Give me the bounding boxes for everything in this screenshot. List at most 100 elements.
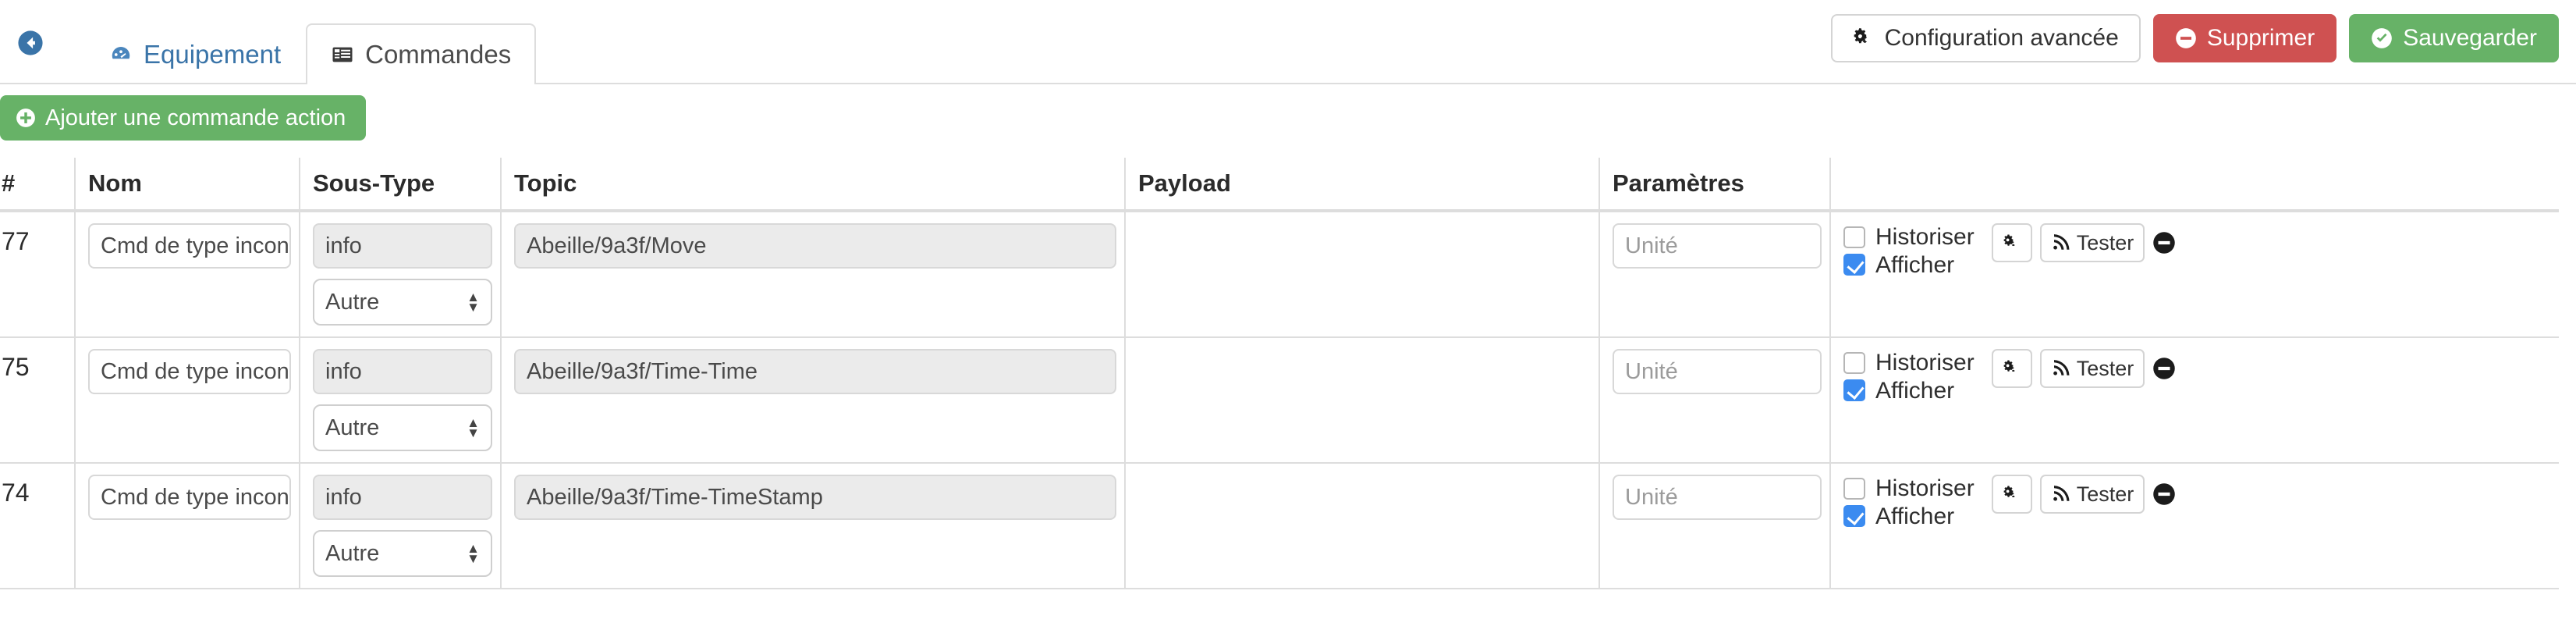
configuration-avancee-button[interactable]: Configuration avancée: [1830, 14, 2141, 62]
row-index-cell: 75: [0, 337, 75, 464]
sous-type-select[interactable]: Autre ▲ ▼: [313, 530, 492, 577]
rss-signal-icon: [2051, 359, 2070, 378]
row-delete-button[interactable]: [2152, 357, 2176, 380]
afficher-checkbox[interactable]: [1843, 379, 1865, 402]
historiser-checkbox[interactable]: [1843, 477, 1865, 500]
cogs-icon: [2003, 233, 2021, 252]
row-actions: Tester: [1991, 223, 2177, 262]
historiser-checkbox-row[interactable]: Historiser: [1843, 476, 1975, 501]
nom-input[interactable]: Cmd de type inconnu: [88, 475, 291, 520]
row-tester-button[interactable]: Tester: [2039, 475, 2145, 514]
commands-table-head: # Nom Sous-Type Topic Payload Paramètres: [0, 158, 2559, 212]
nom-input[interactable]: Cmd de type inconnu: [88, 349, 291, 394]
nom-input[interactable]: Cmd de type inconnu: [88, 223, 291, 269]
add-action-command-button[interactable]: Ajouter une commande action: [0, 95, 367, 141]
row-options-cell: Historiser Afficher Tester: [1829, 337, 2559, 464]
row-parametres-cell: Unité: [1598, 211, 1830, 338]
historiser-checkbox[interactable]: [1843, 226, 1865, 248]
row-nom-cell: Cmd de type inconnu: [74, 211, 300, 338]
historiser-label: Historiser: [1875, 350, 1975, 375]
topic-input[interactable]: Abeille/9a3f/Time-Time: [514, 349, 1116, 394]
unite-input[interactable]: Unité: [1613, 223, 1822, 269]
chevron-updown-icon: ▲ ▼: [467, 289, 480, 315]
chevron-updown-icon: ▲ ▼: [467, 540, 480, 566]
sous-type-select-value: Autre: [325, 415, 380, 440]
type-readonly-field: info: [313, 223, 492, 269]
row-tester-label: Tester: [2076, 356, 2134, 380]
row-tester-label: Tester: [2076, 482, 2134, 506]
supprimer-label: Supprimer: [2206, 25, 2315, 51]
rss-signal-icon: [2051, 485, 2070, 504]
page-header: Equipement Commandes Configuration avanc…: [0, 0, 2576, 84]
row-nom-cell: Cmd de type inconnu: [74, 463, 300, 589]
row-flags: Historiser Afficher: [1843, 475, 1975, 528]
topic-input[interactable]: Abeille/9a3f/Move: [514, 223, 1116, 269]
unite-input[interactable]: Unité: [1613, 475, 1822, 520]
sauvegarder-button[interactable]: Sauvegarder: [2349, 14, 2559, 62]
commands-table-header-row: # Nom Sous-Type Topic Payload Paramètres: [0, 158, 2559, 212]
supprimer-button[interactable]: Supprimer: [2152, 14, 2337, 62]
row-configure-button[interactable]: [1991, 223, 2032, 262]
row-index-cell: 74: [0, 463, 75, 589]
type-readonly-field: info: [313, 475, 492, 520]
header-action-buttons: Configuration avancée Supprimer Sauvegar…: [1830, 14, 2559, 62]
column-header-options: [1829, 158, 2559, 212]
row-configure-button[interactable]: [1991, 475, 2032, 514]
check-circle-icon: [2371, 27, 2393, 49]
row-topic-cell: Abeille/9a3f/Time-TimeStamp: [500, 463, 1125, 589]
cogs-icon: [2003, 359, 2021, 378]
column-header-topic: Topic: [500, 158, 1125, 212]
row-delete-button[interactable]: [2152, 231, 2176, 254]
row-payload-cell: [1124, 211, 1599, 338]
afficher-checkbox-row[interactable]: Afficher: [1843, 378, 1975, 404]
table-row: 77 Cmd de type inconnu info Autre ▲▼ Abe…: [0, 211, 2559, 338]
row-topic-cell: Abeille/9a3f/Move: [500, 211, 1125, 338]
table-row: 74 Cmd de type inconnu info Autre ▲▼ Abe…: [0, 463, 2559, 589]
minus-circle-icon: [2175, 27, 2197, 49]
column-header-index: #: [0, 158, 75, 212]
row-nom-cell: Cmd de type inconnu: [74, 337, 300, 464]
tab-commandes-label: Commandes: [365, 40, 512, 69]
afficher-checkbox[interactable]: [1843, 254, 1865, 276]
afficher-label: Afficher: [1875, 503, 1955, 529]
type-readonly-field: info: [313, 349, 492, 394]
historiser-checkbox-row[interactable]: Historiser: [1843, 225, 1975, 250]
afficher-checkbox-row[interactable]: Afficher: [1843, 251, 1975, 278]
sous-type-select[interactable]: Autre ▲ ▼: [313, 404, 492, 451]
unite-input[interactable]: Unité: [1613, 349, 1822, 394]
list-alt-icon: [331, 43, 354, 66]
row-parametres-cell: Unité: [1598, 463, 1830, 589]
afficher-checkbox[interactable]: [1843, 505, 1865, 528]
row-tester-button[interactable]: Tester: [2039, 349, 2145, 388]
row-options-cell: Historiser Afficher Tester: [1829, 463, 2559, 589]
tab-commandes[interactable]: Commandes: [306, 23, 537, 84]
afficher-label: Afficher: [1875, 251, 1955, 278]
row-tester-label: Tester: [2076, 230, 2134, 254]
row-parametres-cell: Unité: [1598, 337, 1830, 464]
sauvegarder-label: Sauvegarder: [2403, 25, 2537, 51]
column-header-sous-type: Sous-Type: [299, 158, 501, 212]
row-payload-cell: [1124, 337, 1599, 464]
topic-input[interactable]: Abeille/9a3f/Time-TimeStamp: [514, 475, 1116, 520]
afficher-checkbox-row[interactable]: Afficher: [1843, 504, 1975, 529]
row-actions: Tester: [1991, 349, 2177, 388]
rss-signal-icon: [2051, 233, 2070, 252]
row-options-cell: Historiser Afficher Tester: [1829, 211, 2559, 338]
configuration-avancee-label: Configuration avancée: [1884, 25, 2119, 51]
row-tester-button[interactable]: Tester: [2039, 223, 2145, 262]
row-configure-button[interactable]: [1991, 349, 2032, 388]
column-header-payload: Payload: [1124, 158, 1599, 212]
commands-table: # Nom Sous-Type Topic Payload Paramètres…: [0, 158, 2559, 589]
row-flags: Historiser Afficher: [1843, 349, 1975, 403]
tab-equipement[interactable]: Equipement: [84, 23, 306, 84]
commands-table-body: 77 Cmd de type inconnu info Autre ▲▼ Abe…: [0, 211, 2559, 589]
row-sous-type-cell: info Autre ▲ ▼: [299, 211, 501, 338]
row-delete-button[interactable]: [2152, 482, 2176, 506]
sous-type-select[interactable]: Autre ▲ ▼: [313, 279, 492, 326]
historiser-checkbox[interactable]: [1843, 351, 1865, 374]
row-actions: Tester: [1991, 475, 2177, 514]
back-arrow-circle-left-icon[interactable]: [17, 30, 44, 56]
row-index: 77: [2, 227, 30, 255]
column-header-nom: Nom: [74, 158, 300, 212]
historiser-checkbox-row[interactable]: Historiser: [1843, 351, 1975, 375]
